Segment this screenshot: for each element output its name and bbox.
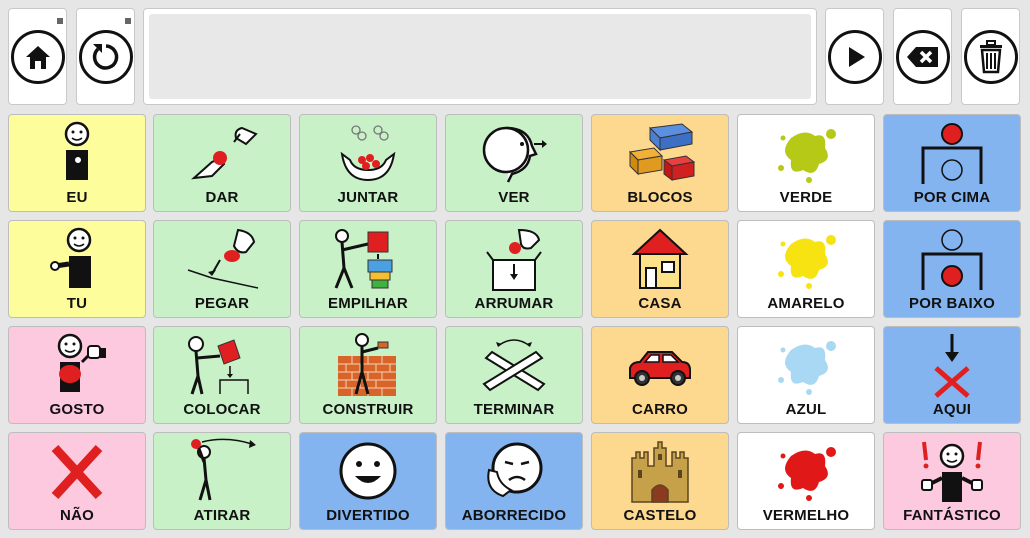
- person-building-wall-icon: [300, 331, 436, 399]
- cell-amarelo[interactable]: AMARELO: [737, 220, 875, 318]
- trash-icon: [963, 29, 1018, 84]
- green-splash-icon: [738, 119, 874, 187]
- here-arrow-cross-icon: [884, 331, 1020, 399]
- cell-por-cima[interactable]: POR CIMA: [883, 114, 1021, 212]
- cell-label: TERMINAR: [473, 401, 555, 418]
- cell-pegar[interactable]: PEGAR: [153, 220, 291, 318]
- cell-label: FANTÁSTICO: [903, 507, 1001, 524]
- blue-splash-icon: [738, 331, 874, 399]
- cell-label: VERMELHO: [762, 507, 850, 524]
- cell-label: CASA: [638, 295, 682, 312]
- cell-tu[interactable]: TU: [8, 220, 146, 318]
- corner-marker: [125, 18, 131, 24]
- hand-picking-icon: [154, 225, 290, 293]
- cell-label: DIVERTIDO: [326, 507, 410, 524]
- cell-label: VERDE: [779, 189, 833, 206]
- person-placing-icon: [154, 331, 290, 399]
- cell-label: TU: [66, 295, 88, 312]
- home-button[interactable]: [8, 8, 67, 105]
- car-icon: [592, 331, 728, 399]
- below-icon: [884, 225, 1020, 293]
- cell-carro[interactable]: CARRO: [591, 326, 729, 424]
- cell-label: NÃO: [60, 507, 94, 524]
- cell-label: POR BAIXO: [909, 295, 995, 312]
- undo-button[interactable]: [76, 8, 135, 105]
- cell-label: GOSTO: [49, 401, 105, 418]
- corner-marker: [57, 18, 63, 24]
- stacking-blocks-icon: [300, 225, 436, 293]
- hands-giving-icon: [154, 119, 290, 187]
- cell-azul[interactable]: AZUL: [737, 326, 875, 424]
- house-icon: [592, 225, 728, 293]
- cell-label: CONSTRUIR: [322, 401, 414, 418]
- cell-vermelho[interactable]: VERMELHO: [737, 432, 875, 530]
- person-throwing-icon: [154, 437, 290, 505]
- person-likes-icon: [9, 331, 145, 399]
- cell-label: POR CIMA: [913, 189, 991, 206]
- message-text: [149, 14, 811, 99]
- cell-atirar[interactable]: ATIRAR: [153, 432, 291, 530]
- cell-label: DAR: [205, 189, 239, 206]
- cell-aborrecido[interactable]: ABORRECIDO: [445, 432, 583, 530]
- cell-divertido[interactable]: DIVERTIDO: [299, 432, 437, 530]
- cell-fantastico[interactable]: FANTÁSTICO: [883, 432, 1021, 530]
- happy-face-icon: [300, 437, 436, 505]
- cell-blocos[interactable]: BLOCOS: [591, 114, 729, 212]
- backspace-button[interactable]: [893, 8, 952, 105]
- cell-label: JUNTAR: [337, 189, 399, 206]
- backspace-icon: [895, 29, 950, 84]
- cell-label: AZUL: [785, 401, 827, 418]
- cell-label: ATIRAR: [193, 507, 251, 524]
- cell-arrumar[interactable]: ARRUMAR: [445, 220, 583, 318]
- cell-label: VER: [498, 189, 530, 206]
- cell-verde[interactable]: VERDE: [737, 114, 875, 212]
- person-pointing-you-icon: [9, 225, 145, 293]
- red-splash-icon: [738, 437, 874, 505]
- eye-looking-icon: [446, 119, 582, 187]
- cell-nao[interactable]: NÃO: [8, 432, 146, 530]
- yellow-splash-icon: [738, 225, 874, 293]
- castle-icon: [592, 437, 728, 505]
- home-icon: [10, 29, 65, 84]
- cell-label: AMARELO: [767, 295, 845, 312]
- cell-empilhar[interactable]: EMPILHAR: [299, 220, 437, 318]
- cell-label: COLOCAR: [183, 401, 261, 418]
- cell-terminar[interactable]: TERMINAR: [445, 326, 583, 424]
- cell-label: CASTELO: [623, 507, 697, 524]
- cell-colocar[interactable]: COLOCAR: [153, 326, 291, 424]
- cell-label: BLOCOS: [627, 189, 693, 206]
- cell-gosto[interactable]: GOSTO: [8, 326, 146, 424]
- message-bar[interactable]: [143, 8, 817, 105]
- cell-label: AQUI: [932, 401, 972, 418]
- person-pointing-self-icon: [9, 119, 145, 187]
- cell-construir[interactable]: CONSTRUIR: [299, 326, 437, 424]
- cell-label: ABORRECIDO: [461, 507, 567, 524]
- cell-label: EU: [66, 189, 88, 206]
- cell-label: CARRO: [632, 401, 688, 418]
- on-top-icon: [884, 119, 1020, 187]
- bored-face-icon: [446, 437, 582, 505]
- cell-casa[interactable]: CASA: [591, 220, 729, 318]
- toy-blocks-icon: [592, 119, 728, 187]
- cell-aqui[interactable]: AQUI: [883, 326, 1021, 424]
- cell-dar[interactable]: DAR: [153, 114, 291, 212]
- cell-label: PEGAR: [194, 295, 250, 312]
- person-cheering-icon: [884, 437, 1020, 505]
- crossed-arms-finish-icon: [446, 331, 582, 399]
- red-x-icon: [9, 437, 145, 505]
- cell-castelo[interactable]: CASTELO: [591, 432, 729, 530]
- hands-gathering-icon: [300, 119, 436, 187]
- cell-label: EMPILHAR: [328, 295, 408, 312]
- cell-por-baixo[interactable]: POR BAIXO: [883, 220, 1021, 318]
- speak-button[interactable]: [825, 8, 884, 105]
- undo-icon: [78, 29, 133, 84]
- play-icon: [827, 29, 882, 84]
- cell-label: ARRUMAR: [474, 295, 554, 312]
- put-away-box-icon: [446, 225, 582, 293]
- cell-eu[interactable]: EU: [8, 114, 146, 212]
- cell-juntar[interactable]: JUNTAR: [299, 114, 437, 212]
- clear-button[interactable]: [961, 8, 1020, 105]
- cell-ver[interactable]: VER: [445, 114, 583, 212]
